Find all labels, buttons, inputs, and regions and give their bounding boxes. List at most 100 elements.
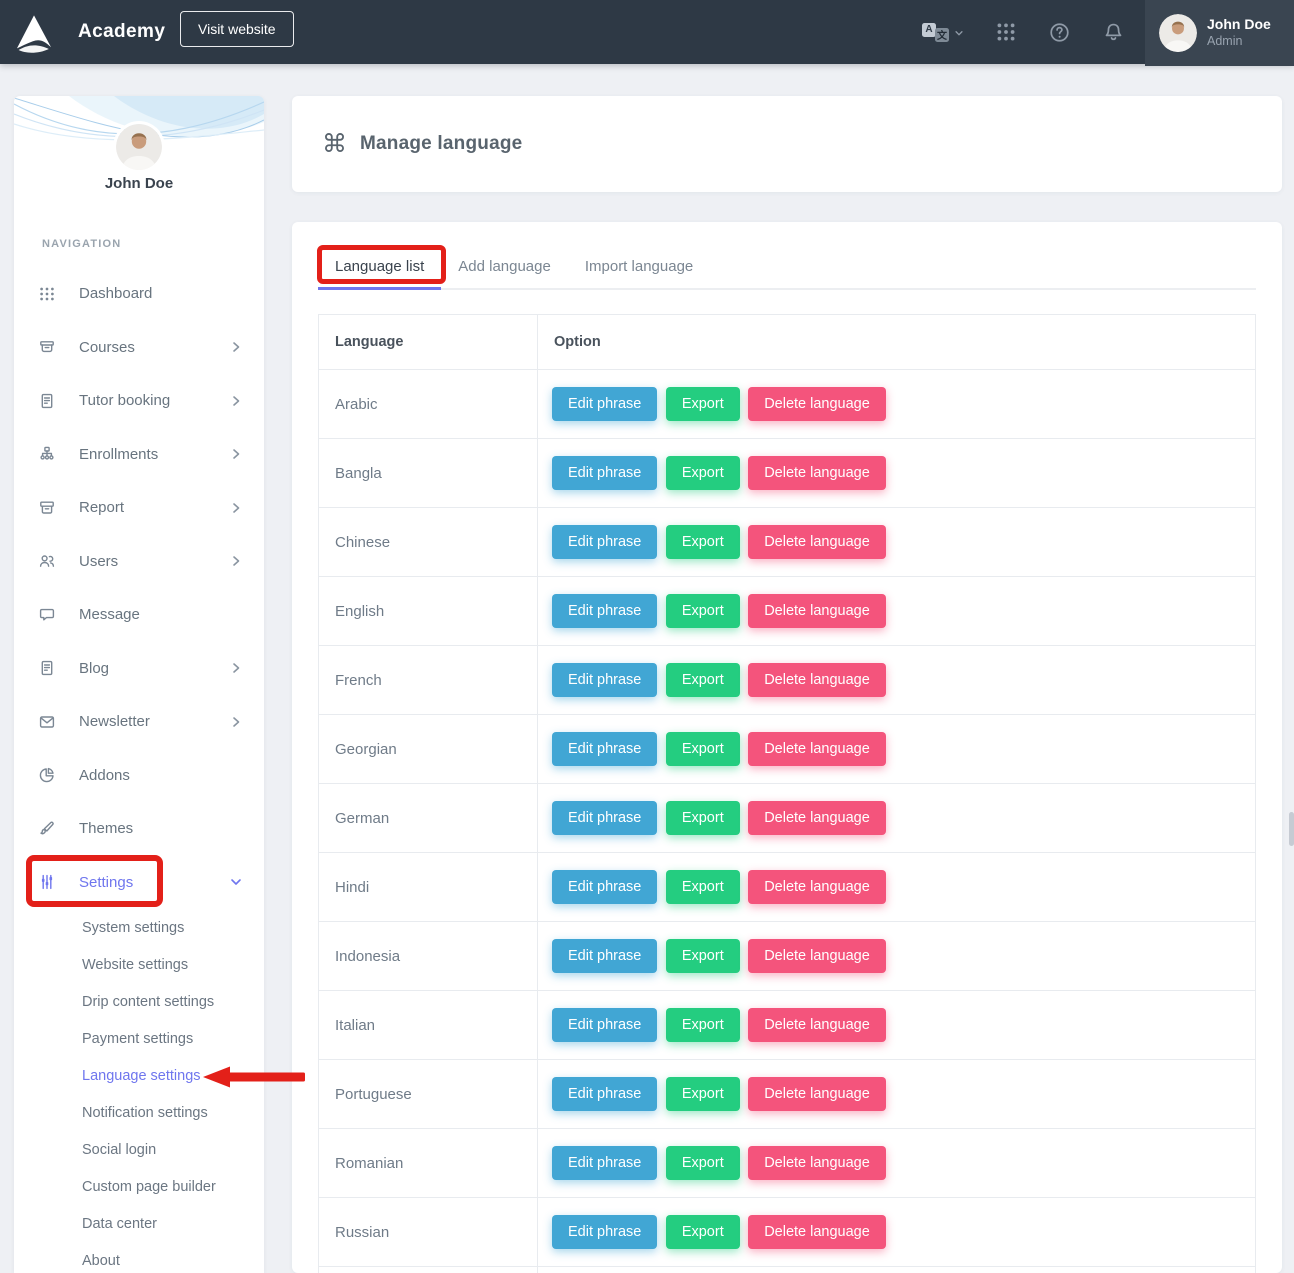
- sidebar-item-dashboard[interactable]: Dashboard: [14, 267, 264, 321]
- export-button[interactable]: Export: [666, 801, 740, 835]
- delete-language-button[interactable]: Delete language: [748, 1077, 886, 1111]
- submenu-item-social-login[interactable]: Social login: [14, 1131, 264, 1168]
- delete-language-button[interactable]: Delete language: [748, 1215, 886, 1249]
- brand-name[interactable]: Academy: [78, 0, 165, 64]
- sidebar-item-addons[interactable]: Addons: [14, 749, 264, 803]
- apps-grid-icon[interactable]: [995, 21, 1017, 43]
- sidebar-item-blog[interactable]: Blog: [14, 642, 264, 696]
- page-title: Manage language: [360, 133, 522, 155]
- delete-language-button[interactable]: Delete language: [748, 1146, 886, 1180]
- settings-icon: [38, 873, 56, 891]
- delete-language-button[interactable]: Delete language: [748, 870, 886, 904]
- report-icon: [38, 499, 56, 517]
- tab-import-language[interactable]: Import language: [568, 246, 710, 290]
- tab-add-language[interactable]: Add language: [441, 246, 568, 290]
- tutor-booking-icon: [38, 392, 56, 410]
- language-name: Italian: [319, 991, 538, 1060]
- delete-language-button[interactable]: Delete language: [748, 801, 886, 835]
- submenu-item-data-center[interactable]: Data center: [14, 1205, 264, 1242]
- language-name: German: [319, 784, 538, 853]
- edit-phrase-button[interactable]: Edit phrase: [552, 870, 657, 904]
- delete-language-button[interactable]: Delete language: [748, 663, 886, 697]
- table-row-portuguese: Portuguese Edit phrase Export Delete lan…: [319, 1060, 1256, 1129]
- delete-language-button[interactable]: Delete language: [748, 456, 886, 490]
- export-button[interactable]: Export: [666, 732, 740, 766]
- table-row-partial: [319, 1267, 1256, 1273]
- tab-language-list[interactable]: Language list: [318, 246, 441, 290]
- sidebar-item-courses[interactable]: Courses: [14, 321, 264, 375]
- export-button[interactable]: Export: [666, 387, 740, 421]
- chevron-right-icon: [230, 448, 242, 460]
- language-name: Chinese: [319, 508, 538, 577]
- sidebar-item-enrollments[interactable]: Enrollments: [14, 428, 264, 482]
- sidebar-item-themes[interactable]: Themes: [14, 802, 264, 856]
- edit-phrase-button[interactable]: Edit phrase: [552, 594, 657, 628]
- delete-language-button[interactable]: Delete language: [748, 939, 886, 973]
- delete-language-button[interactable]: Delete language: [748, 732, 886, 766]
- submenu-item-language-settings[interactable]: Language settings: [14, 1057, 264, 1094]
- sidebar-item-tutor-booking[interactable]: Tutor booking: [14, 374, 264, 428]
- submenu-item-custom-page-builder[interactable]: Custom page builder: [14, 1168, 264, 1205]
- export-button[interactable]: Export: [666, 870, 740, 904]
- user-menu[interactable]: John Doe Admin: [1145, 0, 1294, 66]
- table-row-italian: Italian Edit phrase Export Delete langua…: [319, 991, 1256, 1060]
- export-button[interactable]: Export: [666, 1008, 740, 1042]
- delete-language-button[interactable]: Delete language: [748, 1008, 886, 1042]
- export-button[interactable]: Export: [666, 456, 740, 490]
- export-button[interactable]: Export: [666, 1146, 740, 1180]
- sidebar-item-report[interactable]: Report: [14, 481, 264, 535]
- academy-logo-icon[interactable]: [12, 11, 56, 53]
- edit-phrase-button[interactable]: Edit phrase: [552, 456, 657, 490]
- message-icon: [38, 606, 56, 624]
- sidebar-item-newsletter[interactable]: Newsletter: [14, 695, 264, 749]
- sidebar-item-settings[interactable]: Settings: [14, 856, 264, 910]
- column-header-option: Option: [538, 315, 1256, 370]
- edit-phrase-button[interactable]: Edit phrase: [552, 801, 657, 835]
- language-switcher-icon[interactable]: A 文: [922, 23, 964, 42]
- nav-section-label: NAVIGATION: [42, 238, 121, 250]
- user-avatar: [1159, 14, 1197, 52]
- table-row-french: French Edit phrase Export Delete languag…: [319, 646, 1256, 715]
- export-button[interactable]: Export: [666, 663, 740, 697]
- submenu-item-about[interactable]: About: [14, 1242, 264, 1273]
- edit-phrase-button[interactable]: Edit phrase: [552, 732, 657, 766]
- settings-submenu: System settingsWebsite settingsDrip cont…: [14, 909, 264, 1273]
- help-icon[interactable]: [1048, 21, 1071, 44]
- submenu-item-payment-settings[interactable]: Payment settings: [14, 1020, 264, 1057]
- chevron-right-icon: [230, 555, 242, 567]
- edit-phrase-button[interactable]: Edit phrase: [552, 939, 657, 973]
- export-button[interactable]: Export: [666, 1077, 740, 1111]
- export-button[interactable]: Export: [666, 525, 740, 559]
- user-name: John Doe: [1207, 16, 1271, 34]
- submenu-item-system-settings[interactable]: System settings: [14, 909, 264, 946]
- sidebar-item-message[interactable]: Message: [14, 588, 264, 642]
- delete-language-button[interactable]: Delete language: [748, 387, 886, 421]
- edit-phrase-button[interactable]: Edit phrase: [552, 1146, 657, 1180]
- export-button[interactable]: Export: [666, 1215, 740, 1249]
- edit-phrase-button[interactable]: Edit phrase: [552, 387, 657, 421]
- chevron-right-icon: [230, 662, 242, 674]
- notifications-bell-icon[interactable]: [1102, 21, 1125, 44]
- edit-phrase-button[interactable]: Edit phrase: [552, 525, 657, 559]
- edit-phrase-button[interactable]: Edit phrase: [552, 1215, 657, 1249]
- edit-phrase-button[interactable]: Edit phrase: [552, 1077, 657, 1111]
- language-name: Georgian: [319, 715, 538, 784]
- export-button[interactable]: Export: [666, 939, 740, 973]
- table-row-arabic: Arabic Edit phrase Export Delete languag…: [319, 370, 1256, 439]
- export-button[interactable]: Export: [666, 594, 740, 628]
- addons-icon: [38, 766, 56, 784]
- edit-phrase-button[interactable]: Edit phrase: [552, 663, 657, 697]
- chevron-right-icon: [230, 716, 242, 728]
- delete-language-button[interactable]: Delete language: [748, 525, 886, 559]
- table-row-bangla: Bangla Edit phrase Export Delete languag…: [319, 439, 1256, 508]
- submenu-item-website-settings[interactable]: Website settings: [14, 946, 264, 983]
- sidebar-item-users[interactable]: Users: [14, 535, 264, 589]
- blog-icon: [38, 659, 56, 677]
- visit-website-button[interactable]: Visit website: [180, 11, 294, 47]
- scrollbar-thumb[interactable]: [1289, 812, 1294, 846]
- edit-phrase-button[interactable]: Edit phrase: [552, 1008, 657, 1042]
- submenu-item-drip-content-settings[interactable]: Drip content settings: [14, 983, 264, 1020]
- delete-language-button[interactable]: Delete language: [748, 594, 886, 628]
- submenu-item-notification-settings[interactable]: Notification settings: [14, 1094, 264, 1131]
- language-name: Russian: [319, 1198, 538, 1267]
